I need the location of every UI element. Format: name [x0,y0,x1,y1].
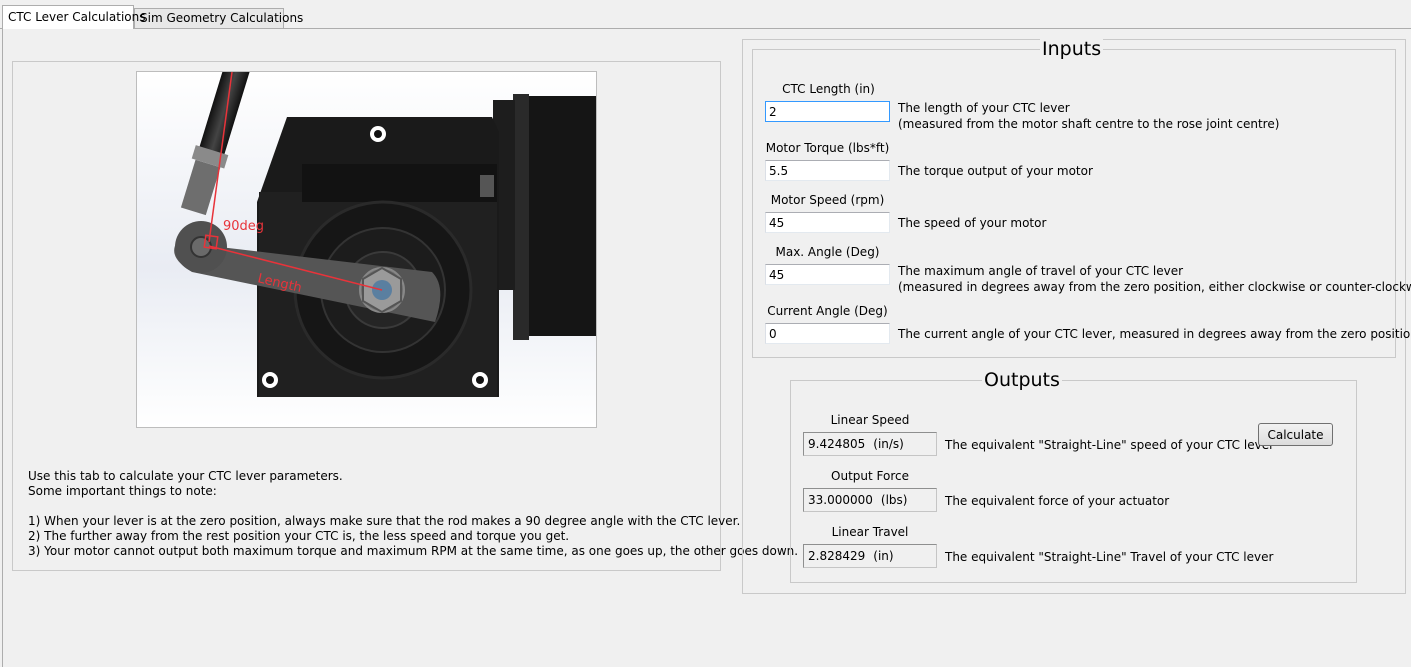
instructions-text: Use this tab to calculate your CTC lever… [28,469,798,559]
tab-ctc-lever-calculations[interactable]: CTC Lever Calculations [2,5,145,29]
note-point-3: 3) Your motor cannot output both maximum… [28,544,799,558]
linear-travel-description: The equivalent "Straight-Line" Travel of… [945,550,1274,564]
linear-speed-unit: (in/s) [873,437,904,451]
motor-torque-label: Motor Torque (lbs*ft) [765,141,890,155]
max-angle-description: The maximum angle of travel of your CTC … [898,263,1411,295]
linear-travel-value: 2.828429 [808,549,866,563]
outputs-title: Outputs [982,368,1062,392]
current-angle-label: Current Angle (Deg) [767,304,888,318]
current-angle-description: The current angle of your CTC lever, mea… [898,327,1411,341]
linear-speed-description: The equivalent "Straight-Line" speed of … [945,438,1275,452]
ctc-length-input[interactable] [765,101,890,122]
intro-line-2: Some important things to note: [28,484,217,498]
motor-speed-input[interactable] [765,212,890,233]
note-point-2: 2) The further away from the rest positi… [28,529,570,543]
max-angle-input[interactable] [765,264,890,285]
linear-speed-output: 9.424805 (in/s) [803,432,937,456]
output-force-label: Output Force [831,469,909,483]
current-angle-input[interactable] [765,323,890,344]
inputs-title: Inputs [1040,37,1104,61]
motor-torque-input[interactable] [765,160,890,181]
max-angle-label: Max. Angle (Deg) [775,245,880,259]
linear-travel-output: 2.828429 (in) [803,544,937,568]
intro-line-1: Use this tab to calculate your CTC lever… [28,469,343,483]
angle-annotation: 90deg [223,219,264,234]
linear-travel-label: Linear Travel [831,525,909,539]
note-point-1: 1) When your lever is at the zero positi… [28,514,741,528]
linear-speed-value: 9.424805 [808,437,866,451]
ctc-length-description: The length of your CTC lever (measured f… [898,100,1279,132]
ctc-length-desc-line-1: The length of your CTC lever [898,101,1070,115]
max-angle-desc-line-1: The maximum angle of travel of your CTC … [898,264,1184,278]
ctc-length-desc-line-2: (measured from the motor shaft centre to… [898,117,1280,131]
output-force-description: The equivalent force of your actuator [945,494,1170,508]
ctc-lever-illustration: 90deg Length [137,72,596,427]
ctc-lever-diagram: 90deg Length [136,71,597,428]
tab-sim-geometry-calculations[interactable]: Sim Geometry Calculations [134,8,303,29]
linear-travel-unit: (in) [873,549,894,563]
motor-speed-description: The speed of your motor [898,216,1047,230]
motor-speed-label: Motor Speed (rpm) [770,193,885,207]
output-force-unit: (lbs) [880,493,908,507]
ctc-length-label: CTC Length (in) [782,82,875,96]
linear-speed-label: Linear Speed [830,413,910,427]
output-force-output: 33.000000 (lbs) [803,488,937,512]
output-force-value: 33.000000 [808,493,873,507]
max-angle-desc-line-2: (measured in degrees away from the zero … [898,280,1411,294]
calculate-button[interactable]: Calculate [1258,423,1333,446]
motor-torque-description: The torque output of your motor [898,164,1093,178]
